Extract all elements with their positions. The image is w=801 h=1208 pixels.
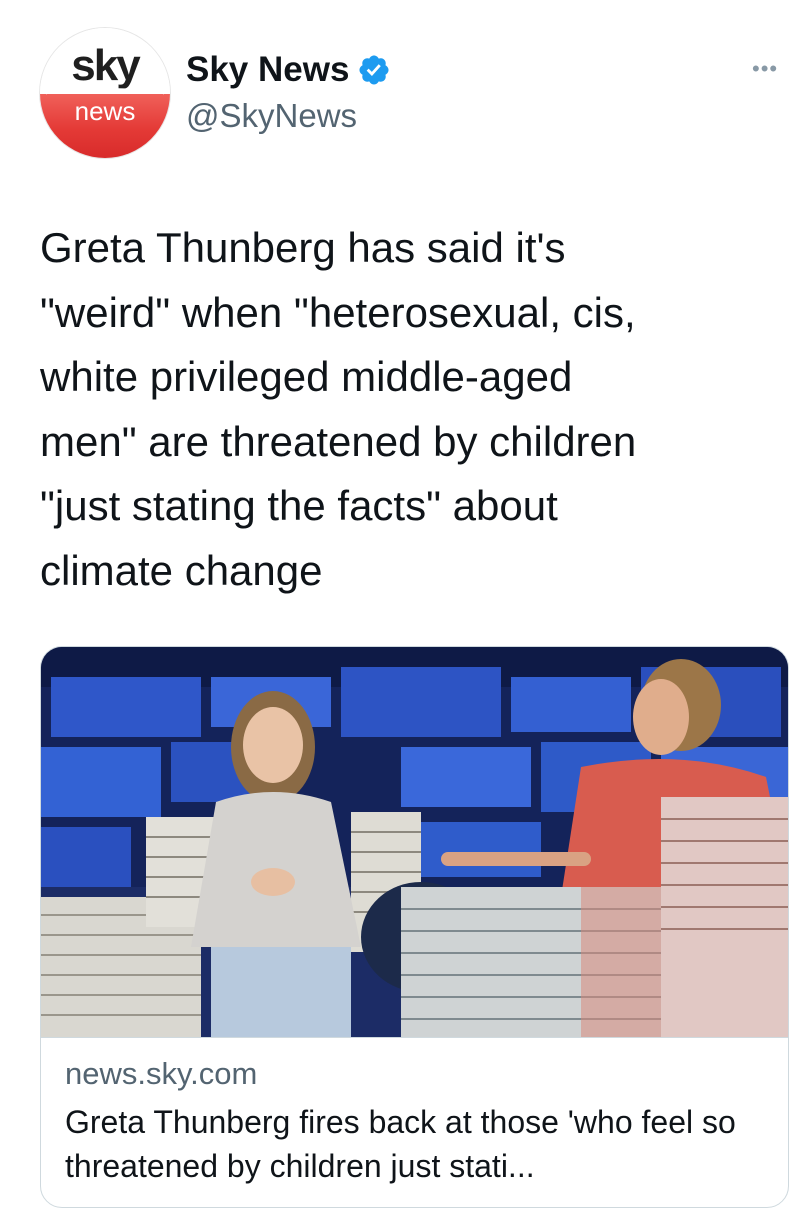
link-card-domain: news.sky.com xyxy=(65,1056,258,1091)
tweet-header: sky news Sky News @SkyNews ••• xyxy=(0,0,801,180)
tweet-text: Greta Thunberg has said it's "weird" whe… xyxy=(40,216,780,603)
tweet-text-line: Greta Thunberg has said it's xyxy=(40,224,566,271)
verified-badge-icon xyxy=(359,55,389,85)
avatar-logo-news: news xyxy=(74,96,136,126)
author-name-row: Sky News xyxy=(186,50,391,90)
link-card[interactable]: news.sky.com Greta Thunberg fires back a… xyxy=(40,646,789,1208)
avatar-logo-sky: sky xyxy=(71,41,140,90)
avatar-top: sky xyxy=(40,28,170,94)
link-card-meta[interactable]: news.sky.com Greta Thunberg fires back a… xyxy=(41,1037,788,1207)
more-dots-icon[interactable]: ••• xyxy=(752,56,778,82)
tweet-text-line: white privileged middle-aged xyxy=(40,353,573,400)
tweet-text-line: men" are threatened by children xyxy=(40,417,637,465)
avatar[interactable]: sky news xyxy=(40,28,170,158)
tweet-text-line: "weird" when "heterosexual, cis, xyxy=(40,288,636,336)
link-card-title: Greta Thunberg fires back at those 'who … xyxy=(65,1104,736,1184)
tweet-text-line: "just stating the facts" about xyxy=(40,482,558,529)
link-card-image[interactable] xyxy=(41,647,788,1037)
author-name[interactable]: Sky News xyxy=(186,50,349,90)
author-handle[interactable]: @SkyNews xyxy=(186,97,357,135)
tweet-text-line: climate change xyxy=(40,546,323,594)
